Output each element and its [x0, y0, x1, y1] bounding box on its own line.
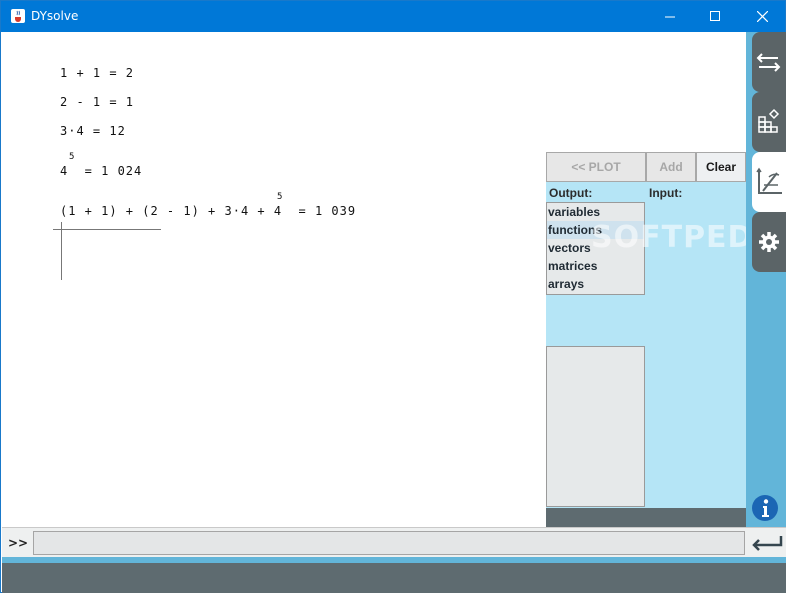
- worksheet-area[interactable]: 1 + 1 = 2 2 - 1 = 1 3·4 = 12 5 4 = 1 024…: [2, 32, 546, 527]
- exponent-1: 5: [69, 152, 75, 162]
- tab-plot[interactable]: [752, 152, 786, 212]
- command-row: >>: [2, 527, 786, 557]
- input-label: Input:: [649, 186, 683, 200]
- list-item-arrays[interactable]: arrays: [547, 275, 644, 293]
- app-window: DYsolve 1 + 1 = 2 2 - 1 = 1 3·4 = 12 5 4…: [0, 0, 786, 593]
- close-button[interactable]: [739, 1, 785, 32]
- enter-button[interactable]: [750, 530, 784, 556]
- gear-icon: [759, 232, 779, 252]
- status-bar: [2, 563, 786, 593]
- input-cursor-line: [53, 229, 161, 230]
- expression-line-4: 4 = 1 024: [60, 164, 143, 178]
- output-detail-box[interactable]: [546, 346, 645, 507]
- window-title: DYsolve: [31, 9, 79, 23]
- command-input[interactable]: [33, 531, 745, 555]
- title-bar: DYsolve: [1, 1, 785, 32]
- java-cup-icon: [11, 9, 25, 23]
- enter-arrow-icon: [752, 536, 783, 551]
- side-toolbar: [746, 32, 786, 527]
- expression-line-3: 3·4 = 12: [60, 124, 126, 138]
- panel-footer: [546, 508, 746, 527]
- expression-line-2: 2 - 1 = 1: [60, 95, 135, 109]
- maximize-button[interactable]: [692, 0, 738, 31]
- list-item-variables[interactable]: variables: [547, 203, 644, 221]
- expression-line-1: 1 + 1 = 2: [60, 66, 135, 80]
- plot-axes-icon: [756, 167, 782, 194]
- close-icon: [756, 11, 768, 22]
- minimize-icon: [665, 16, 675, 17]
- maximize-icon: [710, 10, 720, 21]
- arrows-icon: [756, 53, 781, 72]
- add-button[interactable]: Add: [646, 152, 696, 182]
- expression-line-5: (1 + 1) + (2 - 1) + 3·4 + 4 = 1 039: [60, 204, 357, 218]
- list-item-matrices[interactable]: matrices: [547, 257, 644, 275]
- plot-panel: << PLOT Add Clear Output: Input: variabl…: [546, 152, 746, 508]
- info-icon[interactable]: [751, 494, 779, 522]
- tab-settings[interactable]: [752, 212, 786, 272]
- tab-grid[interactable]: [752, 92, 786, 152]
- text-cursor: [61, 222, 62, 280]
- tab-arrows[interactable]: [752, 32, 786, 92]
- output-label: Output:: [549, 186, 593, 200]
- command-prompt: >>: [8, 536, 29, 550]
- minimize-button[interactable]: [647, 1, 693, 32]
- plot-button[interactable]: << PLOT: [546, 152, 646, 182]
- clear-button[interactable]: Clear: [696, 152, 746, 182]
- exponent-2: 5: [277, 192, 283, 202]
- grid-shapes-icon: [758, 108, 780, 133]
